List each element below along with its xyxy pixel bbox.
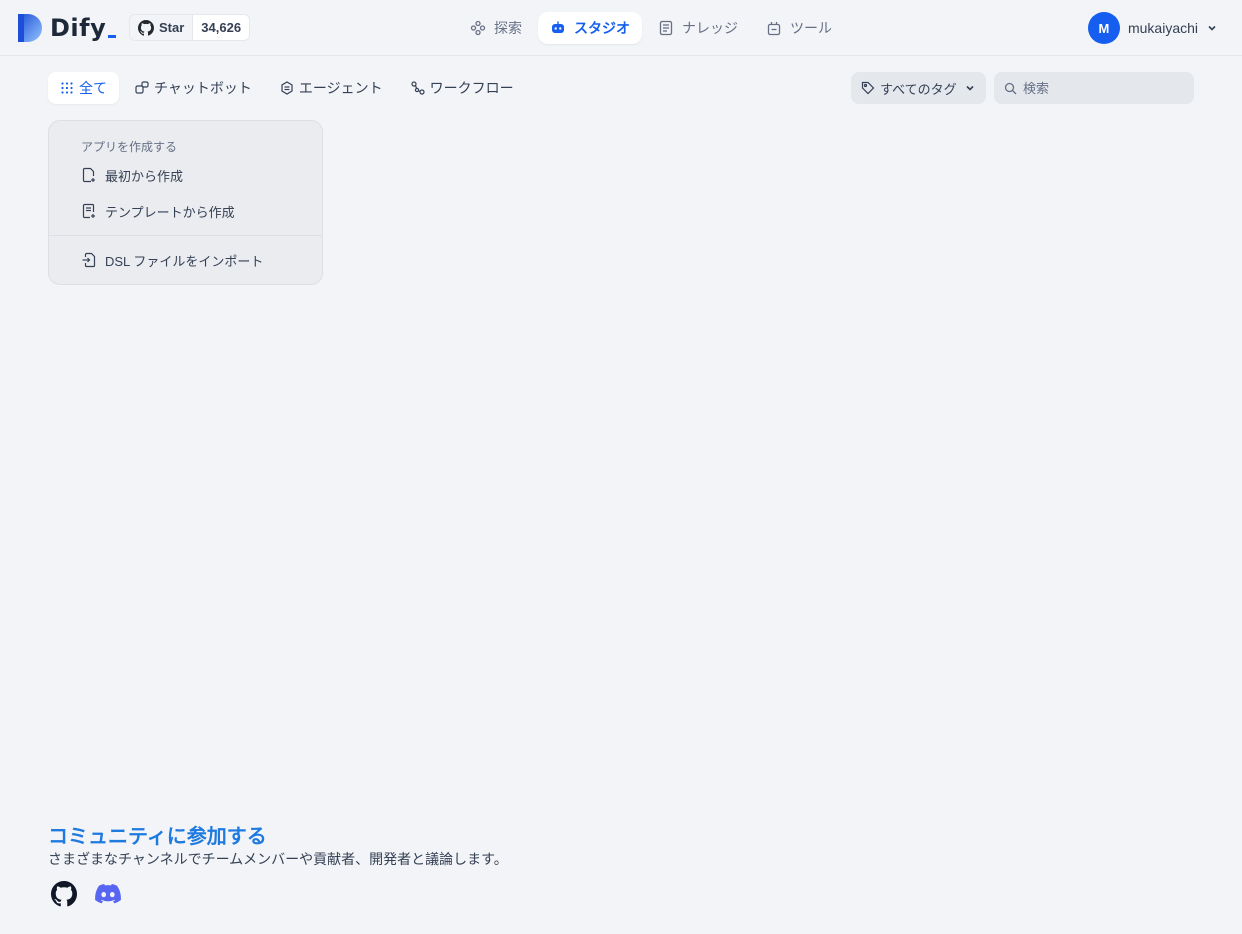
create-from-scratch-button[interactable]: 最初から作成	[81, 165, 183, 185]
github-star-button[interactable]: Star	[130, 15, 194, 40]
tools-icon	[766, 20, 782, 36]
user-name[interactable]: mukaiyachi	[1128, 20, 1198, 36]
template-icon	[81, 203, 97, 219]
file-import-icon	[81, 252, 97, 268]
user-menu[interactable]: M mukaiyachi	[1087, 12, 1218, 44]
github-star-widget[interactable]: Star 34,626	[129, 14, 251, 41]
dify-logo-icon	[18, 14, 42, 42]
tab-workflow[interactable]: ワークフロー	[399, 72, 526, 104]
create-app-title: アプリを作成する	[81, 140, 178, 154]
tag-filter-dropdown[interactable]: すべてのタグ	[851, 72, 986, 104]
nav-tools-label: ツール	[790, 20, 832, 36]
nav-knowledge-label: ナレッジ	[682, 20, 738, 36]
nav-knowledge[interactable]: ナレッジ	[646, 12, 750, 44]
app-type-tabs: 全て チャットボット エージェント ワークフロー	[48, 72, 530, 104]
dify-logo[interactable]: Dify	[18, 14, 117, 42]
star-count[interactable]: 34,626	[193, 15, 250, 40]
tag-filter-label: すべてのタグ	[880, 81, 957, 97]
community-title: コミュニティに参加する	[48, 826, 267, 848]
search-icon	[1004, 82, 1017, 95]
avatar[interactable]: M	[1087, 12, 1120, 44]
tab-chatbot[interactable]: チャットボット	[123, 72, 264, 104]
create-from-scratch-label: 最初から作成	[105, 168, 184, 184]
tab-agent-label: エージェント	[298, 80, 383, 96]
tag-icon	[861, 81, 875, 95]
nav-studio-label: スタジオ	[574, 20, 630, 36]
divider	[49, 235, 322, 236]
knowledge-book-icon	[658, 20, 674, 36]
tab-agent[interactable]: エージェント	[268, 72, 395, 104]
chatbot-icon	[135, 81, 149, 95]
tab-chatbot-label: チャットボット	[154, 80, 252, 96]
search-input[interactable]	[1023, 80, 1183, 96]
create-from-template-button[interactable]: テンプレートから作成	[81, 201, 235, 221]
chevron-down-icon	[964, 82, 976, 94]
nav-explore-label: 探索	[494, 20, 522, 36]
community-description: さまざまなチャンネルでチームメンバーや貢献者、開発者と議論します。	[48, 851, 508, 867]
create-from-template-label: テンプレートから作成	[105, 204, 235, 220]
star-label: Star	[159, 20, 185, 35]
chevron-down-icon[interactable]	[1206, 22, 1218, 34]
tab-all[interactable]: 全て	[48, 72, 119, 104]
file-plus-icon	[81, 167, 97, 183]
import-dsl-label: DSL ファイルをインポート	[105, 253, 264, 269]
nav-studio[interactable]: スタジオ	[538, 12, 642, 44]
tab-all-label: 全て	[79, 80, 107, 96]
github-icon[interactable]	[50, 880, 78, 908]
agent-icon	[280, 81, 294, 95]
create-app-card: アプリを作成する 最初から作成 テンプレートから作成 DSL ファイルをインポー…	[48, 120, 323, 285]
nav-explore[interactable]: 探索	[458, 12, 534, 44]
tab-workflow-label: ワークフロー	[429, 80, 514, 96]
import-dsl-button[interactable]: DSL ファイルをインポート	[81, 250, 263, 270]
grid-icon	[60, 81, 74, 95]
studio-robot-icon	[550, 20, 566, 36]
github-icon	[138, 19, 154, 36]
social-links	[50, 880, 122, 908]
top-header: Dify Star 34,626 探索 スタジオ ナレッジ ツール M muka…	[0, 0, 1242, 56]
workflow-icon	[411, 81, 425, 95]
discord-icon[interactable]	[94, 880, 122, 908]
main-nav: 探索 スタジオ ナレッジ ツール	[458, 12, 848, 44]
nav-tools[interactable]: ツール	[754, 12, 844, 44]
brand-name: Dify	[50, 14, 117, 42]
explore-icon	[470, 20, 486, 36]
search-box[interactable]	[994, 72, 1194, 104]
